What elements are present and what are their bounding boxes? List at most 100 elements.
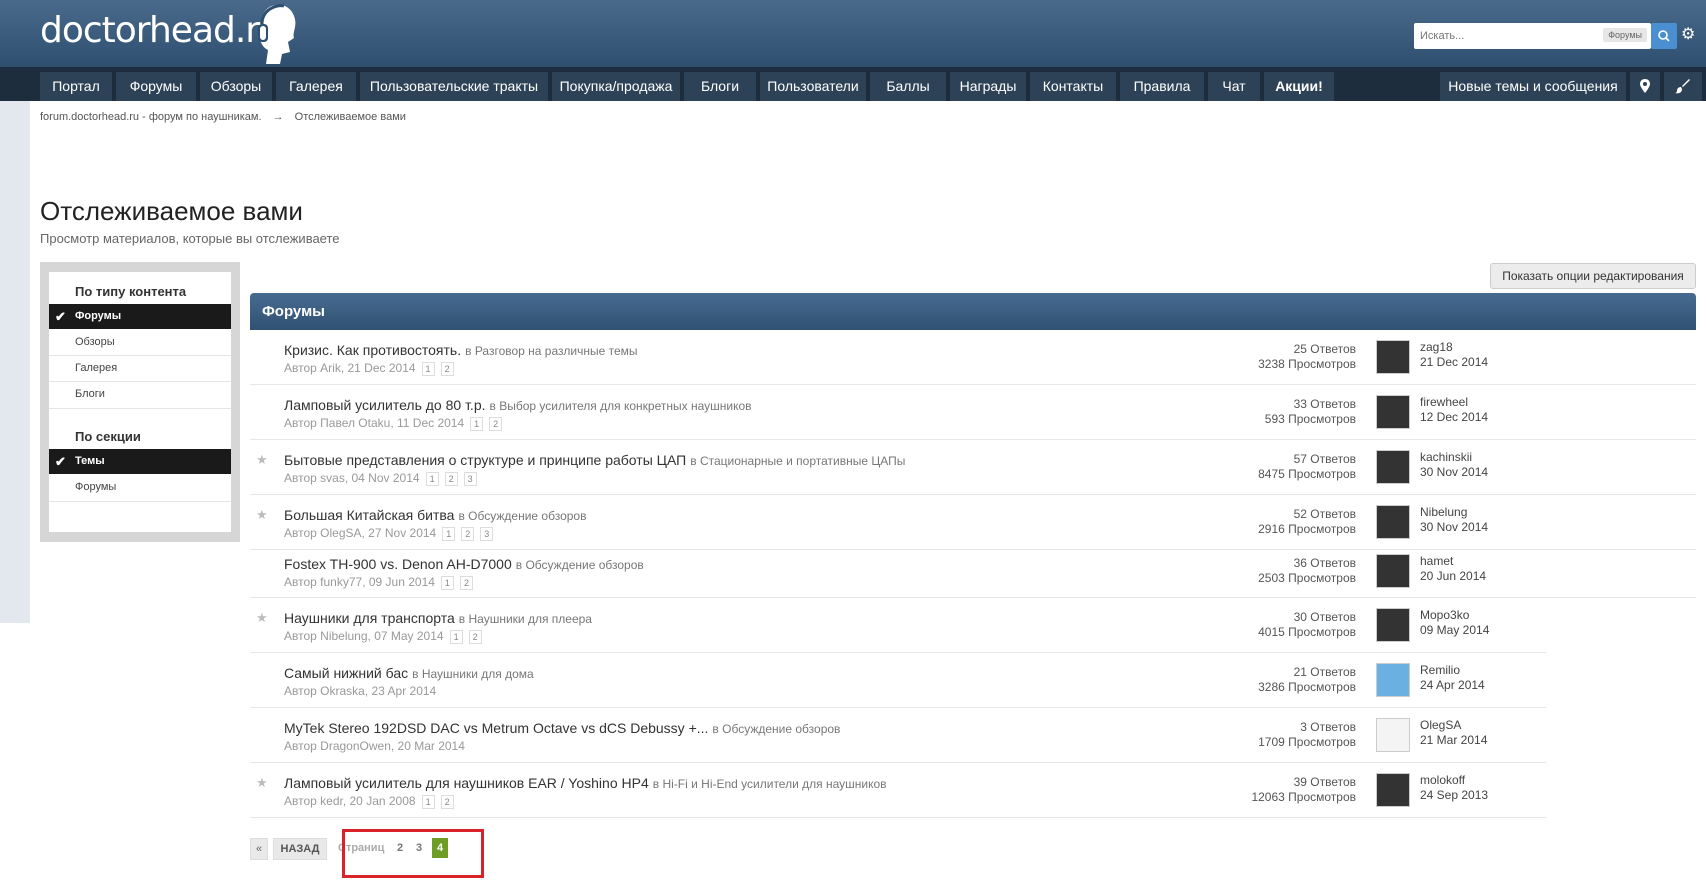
last-post-date[interactable]: 30 Nov 2014 bbox=[1420, 465, 1488, 479]
nav-item-chat[interactable]: Чат bbox=[1208, 72, 1260, 101]
nav-item-users[interactable]: Пользователи bbox=[760, 72, 866, 101]
nav-item-blogs[interactable]: Блоги bbox=[684, 72, 756, 101]
avatar[interactable] bbox=[1376, 554, 1410, 588]
topic-section[interactable]: в Наушники для дома bbox=[412, 667, 534, 681]
nav-item-portal[interactable]: Портал bbox=[40, 72, 112, 101]
new-topics-link[interactable]: Новые темы и сообщения bbox=[1440, 72, 1626, 101]
topic-row[interactable]: ★ Ламповый усилитель для наушников EAR /… bbox=[250, 763, 1546, 818]
topic-row[interactable]: ★ Бытовые представления о структуре и пр… bbox=[250, 440, 1696, 495]
nav-item-forums[interactable]: Форумы bbox=[116, 72, 196, 101]
last-post-date[interactable]: 12 Dec 2014 bbox=[1420, 410, 1488, 424]
nav-item-gallery[interactable]: Галерея bbox=[276, 72, 356, 101]
topic-title[interactable]: Наушники для транспорта bbox=[284, 610, 455, 626]
topic-section[interactable]: в Обсуждение обзоров bbox=[712, 722, 840, 736]
page-link[interactable]: 2 bbox=[440, 362, 454, 376]
page-link[interactable]: 2 bbox=[440, 795, 454, 809]
topic-section[interactable]: в Разговор на различные темы bbox=[465, 344, 637, 358]
back-button[interactable]: НАЗАД bbox=[273, 838, 327, 860]
search-button[interactable] bbox=[1651, 23, 1677, 49]
page-link[interactable]: 2 bbox=[444, 472, 458, 486]
page-link[interactable]: 2 bbox=[459, 576, 473, 590]
last-post-date[interactable]: 24 Sep 2013 bbox=[1420, 788, 1488, 802]
prev-page-button[interactable]: « bbox=[250, 838, 268, 860]
filter-forums[interactable]: ✔ Форумы bbox=[49, 304, 231, 329]
nav-item-points[interactable]: Баллы bbox=[870, 72, 946, 101]
avatar[interactable] bbox=[1376, 718, 1410, 752]
breadcrumb-current[interactable]: Отслеживаемое вами bbox=[295, 111, 406, 123]
last-poster[interactable]: firewheel bbox=[1420, 395, 1468, 409]
nav-item-contacts[interactable]: Контакты bbox=[1030, 72, 1116, 101]
last-poster[interactable]: OlegSA bbox=[1420, 718, 1461, 732]
page-link[interactable]: 3 bbox=[480, 527, 494, 541]
search-box[interactable]: Форумы bbox=[1414, 23, 1651, 49]
topic-section[interactable]: в Стационарные и портативные ЦАПы bbox=[690, 454, 905, 468]
last-post-date[interactable]: 21 Dec 2014 bbox=[1420, 355, 1488, 369]
topic-row[interactable]: Самый нижний бас в Наушники для дома Авто… bbox=[250, 653, 1546, 708]
nav-item-awards[interactable]: Награды bbox=[950, 72, 1026, 101]
page-link[interactable]: 1 bbox=[421, 362, 435, 376]
last-post-date[interactable]: 24 Apr 2014 bbox=[1420, 678, 1485, 692]
page-link[interactable]: 2 bbox=[468, 630, 482, 644]
topic-title[interactable]: Бытовые представления о структуре и прин… bbox=[284, 452, 686, 468]
last-poster[interactable]: kachinskii bbox=[1420, 450, 1472, 464]
page-link[interactable]: 1 bbox=[421, 795, 435, 809]
nav-item-promos[interactable]: Акции! bbox=[1264, 72, 1334, 101]
topic-title[interactable]: Самый нижний бас bbox=[284, 665, 408, 681]
page-link[interactable]: 3 bbox=[463, 472, 477, 486]
topic-row[interactable]: Fostex TH-900 vs. Denon AH-D7000 в Обсужд… bbox=[250, 550, 1696, 598]
page-link[interactable]: 1 bbox=[440, 576, 454, 590]
location-pin-icon[interactable] bbox=[1630, 72, 1660, 101]
filter-section-forums[interactable]: Форумы bbox=[49, 475, 231, 500]
last-post-date[interactable]: 09 May 2014 bbox=[1420, 623, 1489, 637]
search-input[interactable] bbox=[1418, 26, 1592, 46]
avatar[interactable] bbox=[1376, 608, 1410, 642]
last-poster[interactable]: hamet bbox=[1420, 554, 1453, 568]
page-link[interactable]: 2 bbox=[489, 417, 503, 431]
topic-section[interactable]: в Обсуждение обзоров bbox=[516, 558, 644, 572]
last-post-date[interactable]: 21 Mar 2014 bbox=[1420, 733, 1487, 747]
nav-item-rules[interactable]: Правила bbox=[1120, 72, 1204, 101]
last-post-date[interactable]: 20 Jun 2014 bbox=[1420, 569, 1486, 583]
topic-title[interactable]: MyTek Stereo 192DSD DAC vs Metrum Octave… bbox=[284, 720, 708, 736]
topic-row[interactable]: ★ Большая Китайская битва в Обсуждение об… bbox=[250, 495, 1696, 550]
topic-row[interactable]: ★ Наушники для транспорта в Наушники для … bbox=[250, 598, 1546, 653]
page-link[interactable]: 1 bbox=[442, 527, 456, 541]
topic-title[interactable]: Ламповый усилитель до 80 т.р. bbox=[284, 397, 486, 413]
search-scope[interactable]: Форумы bbox=[1603, 28, 1647, 42]
topic-title[interactable]: Ламповый усилитель для наушников EAR / Y… bbox=[284, 775, 649, 791]
star-icon[interactable]: ★ bbox=[256, 507, 268, 523]
avatar[interactable] bbox=[1376, 450, 1410, 484]
breadcrumb-root[interactable]: forum.doctorhead.ru - форум по наушникам… bbox=[40, 111, 262, 123]
topic-row[interactable]: Кризис. Как противостоять. в Разговор на … bbox=[250, 330, 1696, 385]
last-post-date[interactable]: 30 Nov 2014 bbox=[1420, 520, 1488, 534]
avatar[interactable] bbox=[1376, 395, 1410, 429]
topic-section[interactable]: в Наушники для плеера bbox=[459, 612, 592, 626]
nav-item-reviews[interactable]: Обзоры bbox=[200, 72, 272, 101]
topic-title[interactable]: Кризис. Как противостоять. bbox=[284, 342, 461, 358]
page-link[interactable]: 1 bbox=[470, 417, 484, 431]
last-poster[interactable]: Mopo3ko bbox=[1420, 608, 1469, 622]
show-edit-options-button[interactable]: Показать опции редактирования bbox=[1490, 263, 1696, 289]
topic-row[interactable]: MyTek Stereo 192DSD DAC vs Metrum Octave… bbox=[250, 708, 1546, 763]
filter-blogs[interactable]: Блоги bbox=[49, 382, 231, 407]
filter-reviews[interactable]: Обзоры bbox=[49, 330, 231, 355]
gear-icon[interactable]: ⚙ bbox=[1681, 24, 1695, 44]
last-poster[interactable]: Nibelung bbox=[1420, 505, 1467, 519]
star-icon[interactable]: ★ bbox=[256, 610, 268, 626]
avatar[interactable] bbox=[1376, 773, 1410, 807]
last-poster[interactable]: Remilio bbox=[1420, 663, 1460, 677]
avatar[interactable] bbox=[1376, 663, 1410, 697]
avatar[interactable] bbox=[1376, 340, 1410, 374]
page-link[interactable]: 1 bbox=[449, 630, 463, 644]
page-link[interactable]: 2 bbox=[461, 527, 475, 541]
page-link[interactable]: 1 bbox=[425, 472, 439, 486]
topic-section[interactable]: в Выбор усилителя для конкретных наушник… bbox=[490, 399, 752, 413]
topic-section[interactable]: в Обсуждение обзоров bbox=[458, 509, 586, 523]
site-logo[interactable]: doctorhead.ru bbox=[40, 10, 282, 51]
topic-section[interactable]: в Hi-Fi и Hi-End усилители для наушников bbox=[653, 777, 887, 791]
filter-topics[interactable]: ✔ Темы bbox=[49, 449, 231, 474]
filter-gallery[interactable]: Галерея bbox=[49, 356, 231, 381]
topic-title[interactable]: Большая Китайская битва bbox=[284, 507, 454, 523]
topic-row[interactable]: Ламповый усилитель до 80 т.р. в Выбор уси… bbox=[250, 385, 1696, 440]
star-icon[interactable]: ★ bbox=[256, 452, 268, 468]
